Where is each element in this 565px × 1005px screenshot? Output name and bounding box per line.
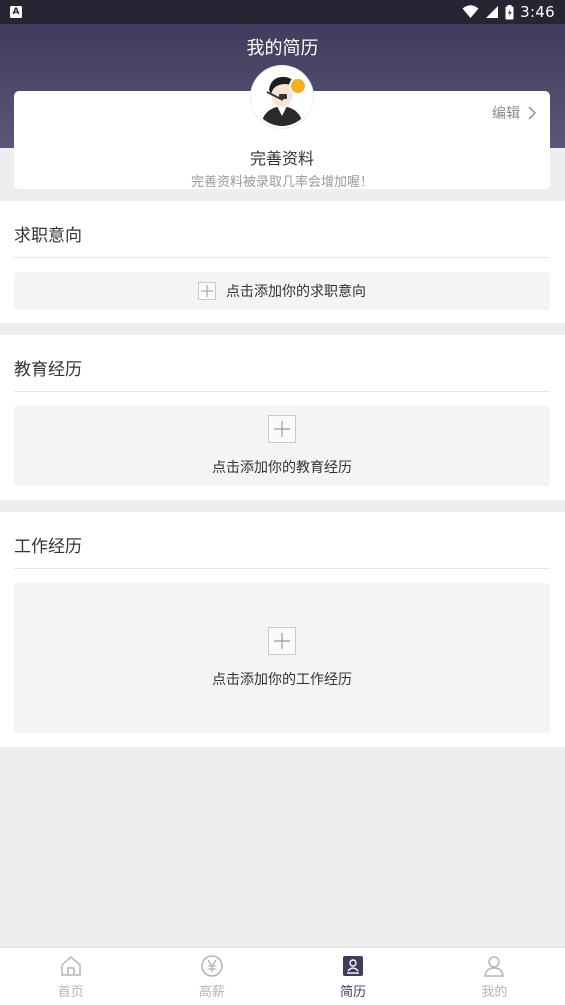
plus-icon [198,282,216,300]
wifi-icon [462,5,479,18]
add-work-label: 点击添加你的工作经历 [212,672,352,688]
nav-label: 高薪 [198,984,225,1000]
profile-hint: 完善资料被录取几率会增加喔！ [190,175,373,190]
divider [14,568,550,569]
status-icons: 3:46 [462,3,555,21]
section-title: 求职意向 [14,226,82,246]
resume-icon [343,955,364,976]
job-intent-section: 求职意向 点击添加你的求职意向 [0,201,565,323]
edit-button[interactable]: 编辑 [492,103,536,123]
divider [14,257,550,258]
nav-label: 首页 [57,984,84,1000]
add-work-button[interactable]: 点击添加你的工作经历 [14,583,550,733]
plus-icon [268,415,296,443]
vip-badge-icon [289,77,307,95]
profile-name: 完善资料 [249,149,314,168]
yen-icon [201,954,223,977]
status-bar: A 3:46 [0,0,565,24]
section-title: 教育经历 [14,360,82,380]
nav-label: 简历 [340,984,367,1000]
nav-item-salary[interactable]: 高薪 [141,948,282,1005]
nav-item-home[interactable]: 首页 [0,948,141,1005]
page-title: 我的简历 [246,38,319,59]
work-section: 工作经历 点击添加你的工作经历 [0,512,565,747]
add-job-intent-label: 点击添加你的求职意向 [226,284,366,300]
section-title: 工作经历 [14,537,82,557]
nav-item-resume[interactable]: 简历 [283,948,424,1005]
battery-icon [505,4,514,19]
nav-item-mine[interactable]: 我的 [424,948,565,1005]
resume-screen: A 3:46 我的简历 编辑 完善资料 完善资料被录取几率会增加喔！ 求职意向 … [0,0,565,1005]
education-section: 教育经历 点击添加你的教育经历 [0,335,565,500]
bottom-nav: 首页 高薪 简历 我的 [0,947,565,1005]
nav-label: 我的 [481,984,508,1000]
avatar-illustration-icon [253,68,311,126]
divider [14,391,550,392]
avatar[interactable] [251,66,313,128]
plus-icon [268,627,296,655]
add-job-intent-button[interactable]: 点击添加你的求职意向 [14,272,550,310]
signal-icon [486,6,499,18]
user-icon [484,955,505,977]
notification-icon: A [10,6,22,18]
chevron-right-icon [528,106,536,120]
add-education-button[interactable]: 点击添加你的教育经历 [14,406,550,486]
home-icon [60,955,81,976]
edit-label: 编辑 [492,106,520,122]
add-education-label: 点击添加你的教育经历 [212,460,352,476]
clock: 3:46 [520,3,555,21]
